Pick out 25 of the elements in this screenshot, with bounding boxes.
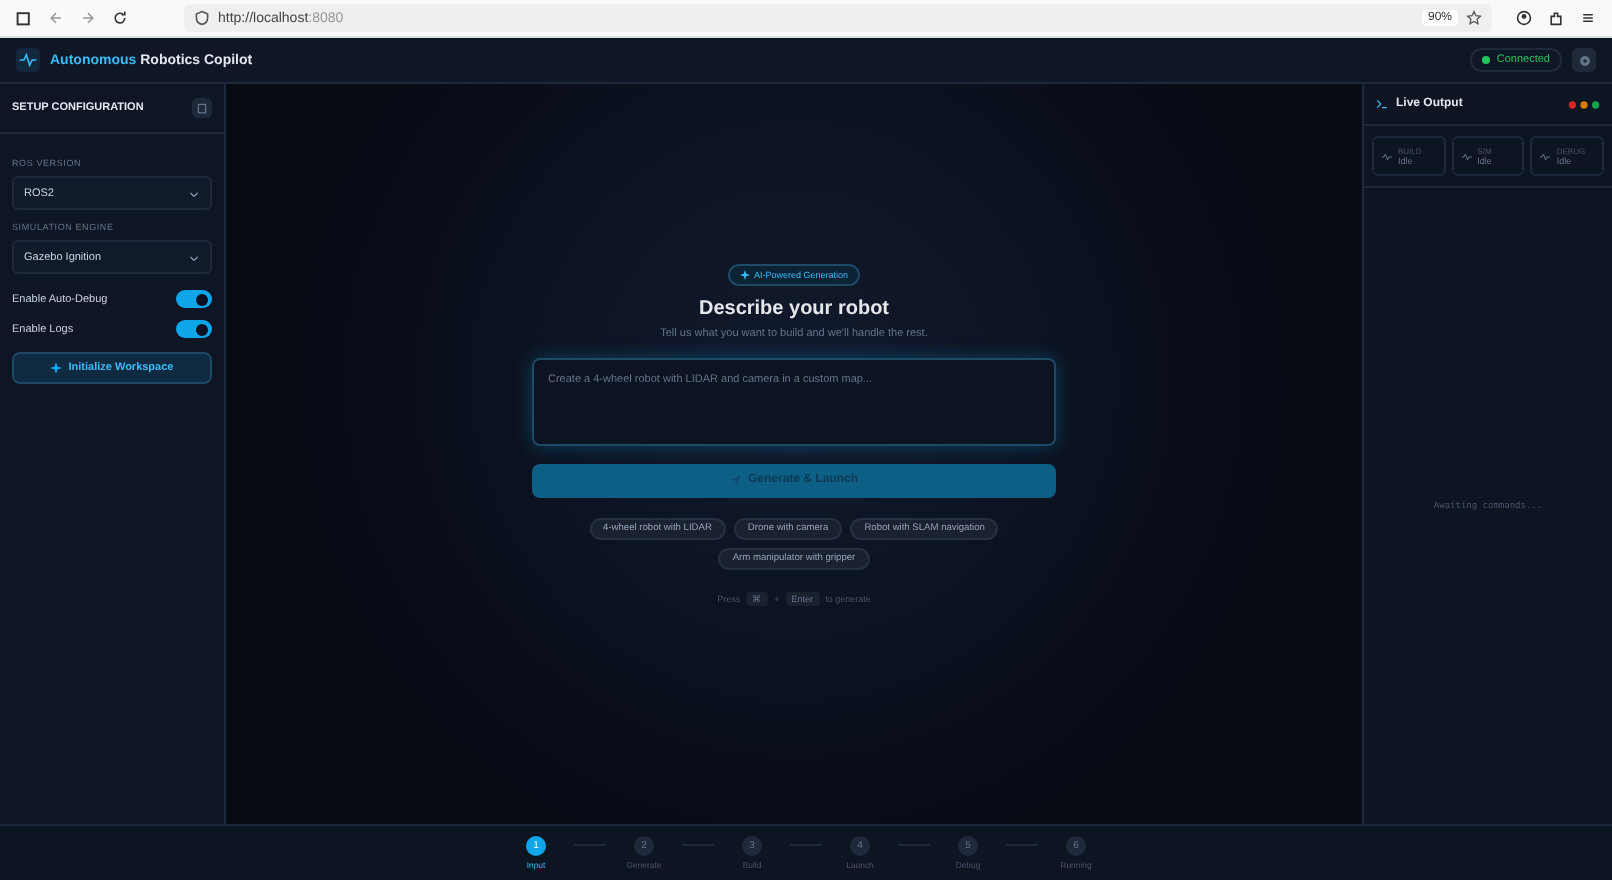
account-icon[interactable] [1516, 10, 1532, 26]
pulse-icon [1382, 151, 1392, 161]
gear-icon [1577, 53, 1591, 67]
chevron-down-icon [188, 187, 200, 199]
pulse-icon [1461, 151, 1472, 161]
settings-button[interactable] [1572, 48, 1596, 72]
star-icon[interactable] [1466, 10, 1482, 26]
tab-icon[interactable] [16, 10, 32, 26]
extensions-icon[interactable] [1548, 10, 1564, 26]
forward-icon[interactable] [80, 10, 96, 26]
shield-icon [194, 10, 210, 26]
heading: Describe your robot [698, 297, 890, 319]
toggle-switch[interactable] [176, 290, 212, 308]
toggle-switch[interactable] [176, 320, 212, 338]
pulse-icon [1540, 151, 1551, 161]
reload-icon[interactable] [112, 10, 128, 26]
window-dots-icon [1568, 99, 1600, 109]
trash-button[interactable] [192, 98, 212, 118]
trash-icon [196, 102, 208, 114]
chevron-down-icon [188, 251, 200, 263]
sparkle-icon [50, 362, 63, 374]
back-icon[interactable] [48, 10, 64, 26]
menu-icon[interactable] [1580, 10, 1596, 26]
sparkle-icon [739, 269, 750, 279]
terminal-icon [1376, 98, 1388, 110]
